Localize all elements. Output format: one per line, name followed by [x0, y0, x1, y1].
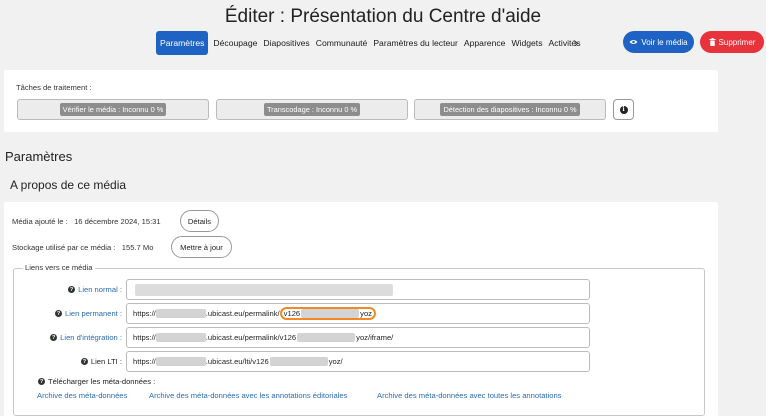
download-metadata-text: Télécharger les méta-données :	[48, 377, 156, 386]
permalink-id-highlight: v126 yoz	[279, 307, 376, 320]
permalink-mid: .ubicast.eu/permalink/	[205, 309, 280, 318]
lti-suffix: yoz/	[328, 357, 343, 366]
redacted-url	[135, 284, 393, 296]
info-icon: i	[619, 105, 628, 114]
embed-suffix: yoz/iframe/	[356, 333, 394, 342]
storage-value: 155.7 Mo	[121, 243, 154, 252]
tab-bar: Paramètres Découpage Diapositives Commun…	[156, 31, 584, 55]
view-media-label: Voir le média	[641, 37, 688, 47]
help-icon: ?	[38, 378, 45, 385]
redacted-id	[301, 309, 360, 318]
embed-prefix: https://	[133, 333, 156, 342]
view-media-button[interactable]: Voir le média	[623, 31, 694, 53]
added-line: Média ajouté le : 16 décembre 2024, 15:3…	[12, 217, 161, 226]
permalink-text[interactable]: Lien permanent :	[65, 309, 122, 318]
tab-parametres[interactable]: Paramètres	[156, 31, 209, 55]
tab-widgets[interactable]: Widgets	[508, 31, 545, 55]
embed-link-text[interactable]: Lien d'intégration :	[60, 333, 122, 342]
task-verify: Vérifier le média : Inconnu 0 %	[17, 99, 209, 120]
download-metadata-editorial-link[interactable]: Archive des méta-données avec les annota…	[149, 391, 347, 400]
trash-icon	[709, 38, 716, 46]
about-title: A propos de ce média	[10, 178, 127, 192]
normal-link-text[interactable]: Lien normal :	[78, 285, 122, 294]
task-slides: Détection des diapositives : Inconnu 0 %	[414, 99, 606, 120]
tab-diapositives[interactable]: Diapositives	[260, 31, 312, 55]
lti-link-label: ? Lien LTI :	[20, 351, 122, 372]
tab-decoupage[interactable]: Découpage	[210, 31, 260, 55]
task-verify-label: Vérifier le média : Inconnu 0 %	[59, 103, 167, 116]
download-metadata-link[interactable]: Archive des méta-données	[37, 391, 127, 400]
task-transcode: Transcodage : Inconnu 0 %	[216, 99, 408, 120]
added-label: Média ajouté le :	[12, 217, 68, 226]
tab-apparence[interactable]: Apparence	[461, 31, 509, 55]
permalink-field[interactable]: https:// .ubicast.eu/permalink/ v126 yoz	[126, 303, 590, 324]
redacted-id	[297, 333, 356, 342]
normal-link-label: ? Lien normal :	[20, 279, 122, 300]
tasks-card: Tâches de traitement : Vérifier le média…	[4, 70, 718, 132]
delete-label: Supprimer	[718, 37, 756, 47]
task-transcode-label: Transcodage : Inconnu 0 %	[263, 103, 361, 116]
page-title: Éditer : Présentation du Centre d'aide	[224, 6, 542, 27]
redacted-host	[155, 309, 206, 318]
lti-mid: .ubicast.eu/lti/v126	[205, 357, 269, 366]
permalink-label: ? Lien permanent :	[20, 303, 122, 324]
section-title: Paramètres	[5, 149, 73, 164]
help-icon: ?	[80, 358, 88, 365]
embed-link-label: ? Lien d'intégration :	[20, 327, 122, 348]
lti-link-field[interactable]: https:// .ubicast.eu/lti/v126 yoz/	[126, 351, 590, 372]
help-icon: ?	[68, 286, 76, 293]
storage-label: Stockage utilisé par ce média :	[12, 243, 116, 252]
permalink-id-end: yoz	[360, 309, 372, 318]
tasks-label: Tâches de traitement :	[16, 83, 92, 92]
storage-line: Stockage utilisé par ce média : 155.7 Mo	[12, 243, 153, 252]
delete-button[interactable]: Supprimer	[700, 31, 764, 53]
normal-link-field[interactable]	[126, 279, 590, 300]
lti-link-text: Lien LTI :	[90, 357, 122, 366]
redacted-host	[155, 357, 206, 366]
help-icon: ?	[50, 334, 58, 341]
permalink-prefix: https://	[133, 309, 156, 318]
lti-prefix: https://	[133, 357, 156, 366]
download-metadata-label: ? Télécharger les méta-données :	[38, 377, 155, 386]
help-icon: ?	[55, 310, 62, 317]
added-value: 16 décembre 2024, 15:31	[74, 217, 161, 226]
tab-parametres-lecteur[interactable]: Paramètres du lecteur	[370, 31, 461, 55]
redacted-host	[155, 333, 206, 342]
task-slides-label: Détection des diapositives : Inconnu 0 %	[440, 103, 580, 116]
redacted-id	[269, 357, 328, 366]
embed-link-field[interactable]: https:// .ubicast.eu/permalink/v126 yoz/…	[126, 327, 590, 348]
tasks-info-button[interactable]: i	[613, 99, 634, 120]
eye-icon	[629, 40, 638, 44]
update-storage-button[interactable]: Mettre à jour	[171, 236, 232, 258]
chevron-right-icon[interactable]: ›	[574, 31, 578, 55]
embed-mid: .ubicast.eu/permalink/v126	[205, 333, 297, 342]
tab-communaute[interactable]: Communauté	[313, 31, 371, 55]
permalink-id-start: v126	[283, 309, 301, 318]
download-metadata-all-link[interactable]: Archive des méta-données avec toutes les…	[377, 391, 561, 400]
links-legend: Liens vers ce média	[23, 263, 95, 272]
details-button[interactable]: Détails	[180, 210, 219, 232]
